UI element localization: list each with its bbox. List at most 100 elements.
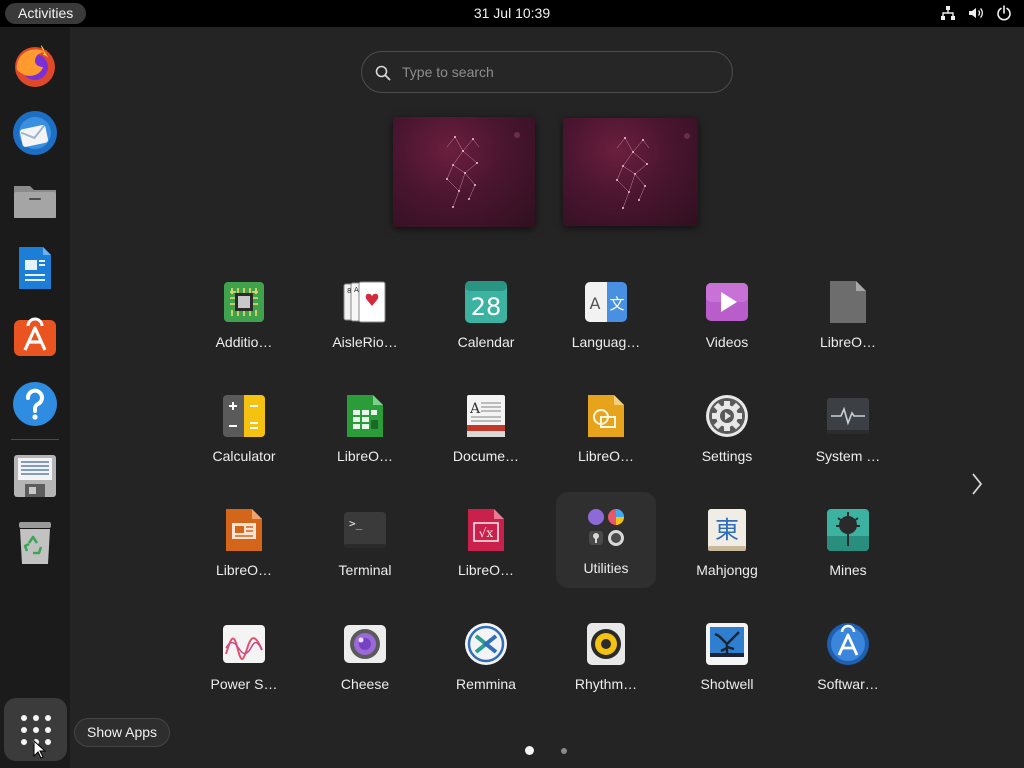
workspace-thumbnail-1[interactable] [393,117,535,227]
app-aisleriot[interactable]: 8A AisleRio… [315,272,415,368]
firefox-icon [15,45,55,87]
software-updater-icon [827,623,869,665]
mahjongg-icon: 東 [708,509,746,551]
app-language-support[interactable]: A文 Languag… [556,272,656,368]
libreoffice-math-icon: √x [468,509,504,551]
app-label: Settings [701,448,753,464]
app-label: LibreO… [577,448,635,464]
app-calculator[interactable]: Calculator [194,386,294,482]
clock-label[interactable]: 31 Jul 10:39 [474,5,550,21]
svg-text:A: A [469,401,481,417]
page-indicator-2[interactable] [561,748,567,754]
search-bar[interactable] [361,51,733,93]
app-label: Terminal [338,562,392,578]
app-libreoffice-draw[interactable]: LibreO… [556,386,656,482]
app-libreoffice-math[interactable]: √x LibreO… [436,500,536,596]
wallpaper-constellation [616,133,690,209]
system-tray[interactable] [940,5,1012,21]
calculator-icon [223,395,265,437]
app-label: Calendar [457,334,515,350]
app-mines[interactable]: Mines [798,500,898,596]
terminal-icon: >_ [344,512,386,548]
wallpaper-constellation [446,132,520,208]
app-settings[interactable]: Settings [677,386,777,482]
app-label: Shotwell [700,676,754,692]
clock: 31 Jul 10:39 [0,0,1024,27]
app-document-viewer[interactable]: A Docume… [436,386,536,482]
libreoffice-draw-icon [588,395,624,437]
system-monitor-icon [827,398,869,434]
volume-icon[interactable] [968,5,984,21]
app-libreoffice-calc[interactable]: LibreO… [315,386,415,482]
app-calendar[interactable]: 28 Calendar [436,272,536,368]
app-label: LibreO… [336,448,394,464]
app-label: AisleRio… [332,334,398,350]
app-label: Mahjongg [696,562,758,578]
app-terminal[interactable]: >_ Terminal [315,500,415,596]
dock-item-app-center[interactable] [9,310,61,362]
libreoffice-impress-icon [226,509,262,551]
settings-icon [706,395,748,437]
text-editor-icon [14,455,56,497]
cheese-icon [344,625,386,663]
shotwell-icon [706,623,748,665]
app-label: Additio… [215,334,273,350]
dock-item-help[interactable] [9,378,61,430]
app-label: System … [815,448,881,464]
search-icon [375,65,391,81]
dock-item-text-editor[interactable] [9,450,61,502]
svg-text:28: 28 [471,293,502,321]
dock-item-trash[interactable] [9,517,61,569]
search-input[interactable] [402,52,722,92]
app-label: Videos [705,334,749,350]
app-label: Softwar… [817,676,879,692]
app-label: Languag… [571,334,641,350]
power-statistics-icon [223,625,265,663]
app-libreoffice[interactable]: LibreO… [798,272,898,368]
thunderbird-icon [13,111,57,155]
dock-item-files[interactable] [9,174,61,226]
app-label: Calculator [212,448,276,464]
libreoffice-icon [830,281,866,323]
workspace-thumbnail-2[interactable] [563,118,698,226]
app-remmina[interactable]: Remmina [436,614,536,710]
app-label: Mines [829,562,867,578]
dock-separator [11,439,59,440]
aisleriot-cards-icon: 8A [343,281,386,323]
app-cheese[interactable]: Cheese [315,614,415,710]
app-label: Utilities [583,560,629,576]
app-power-statistics[interactable]: Power S… [194,614,294,710]
app-software-updater[interactable]: Softwar… [798,614,898,710]
page-indicator-1[interactable] [525,746,534,755]
app-label: Cheese [340,676,390,692]
app-mahjongg[interactable]: 東 Mahjongg [677,500,777,596]
document-viewer-icon: A [467,395,505,437]
app-center-icon [14,317,56,356]
app-videos[interactable]: Videos [677,272,777,368]
app-shotwell[interactable]: Shotwell [677,614,777,710]
app-label: Remmina [456,676,516,692]
dock-item-thunderbird[interactable] [9,107,61,159]
power-icon[interactable] [996,5,1012,21]
svg-text:8: 8 [347,287,351,295]
network-icon[interactable] [940,5,956,21]
dock-item-libreoffice-writer[interactable] [9,242,61,294]
top-bar: Activities 31 Jul 10:39 [0,0,1024,27]
rhythmbox-icon [587,623,625,665]
dock-item-firefox[interactable] [9,39,61,91]
next-page-arrow-icon[interactable] [966,470,986,498]
app-rhythmbox[interactable]: Rhythm… [556,614,656,710]
activities-button[interactable]: Activities [5,3,87,24]
app-system-monitor[interactable]: System … [798,386,898,482]
libreoffice-writer-icon [19,247,51,289]
app-additional-drivers[interactable]: Additio… [194,272,294,368]
files-icon [14,186,56,218]
videos-icon [706,283,748,321]
svg-text:√x: √x [479,526,494,540]
utilities-folder-icon [588,509,624,546]
svg-text:>_: >_ [349,517,363,530]
dock [0,27,70,768]
remmina-icon [465,623,507,665]
app-folder-utilities[interactable]: Utilities [556,492,656,588]
app-libreoffice-impress[interactable]: LibreO… [194,500,294,596]
